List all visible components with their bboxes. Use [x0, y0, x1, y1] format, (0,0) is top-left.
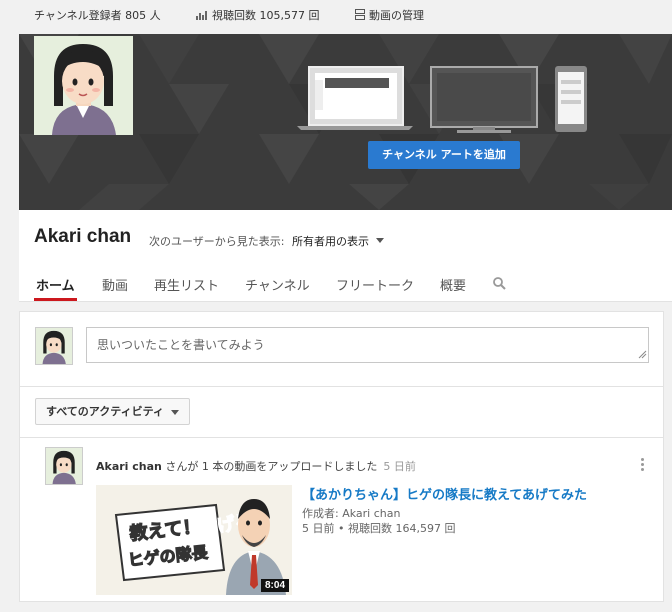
chevron-down-icon	[171, 410, 179, 415]
activity-time: 5 日前	[383, 460, 416, 473]
manage-videos-link[interactable]: 動画の管理	[355, 7, 424, 23]
channel-title: Akari chan	[34, 226, 132, 247]
video-manager-icon	[355, 9, 365, 20]
resize-grip-icon[interactable]	[638, 350, 647, 359]
channel-tabs: ホーム 動画 再生リスト チャンネル フリートーク 概要	[19, 270, 672, 302]
divider	[20, 386, 663, 387]
video-meta: 5 日前 • 視聴回数 164,597 回	[302, 522, 456, 535]
avatar-illustration	[36, 328, 72, 364]
activity-filter-dropdown[interactable]: すべてのアクティビティ	[35, 398, 190, 425]
video-title-link[interactable]: 【あかりちゃん】ヒゲの隊長に教えてあげてみた	[302, 484, 587, 503]
video-duration: 8:04	[260, 579, 289, 592]
channel-header: Akari chan 次のユーザーから見た表示: 所有者用の表示 ホーム 動画 …	[19, 210, 672, 302]
tab-channels[interactable]: チャンネル	[245, 275, 310, 294]
video-author: 作成者: Akari chan	[302, 507, 401, 520]
tab-playlists[interactable]: 再生リスト	[154, 275, 219, 294]
tab-about[interactable]: 概要	[440, 275, 466, 294]
avatar-illustration	[46, 448, 82, 484]
bar-chart-icon	[196, 11, 207, 20]
view-count: 視聴回数 105,577 回	[196, 7, 319, 23]
channel-feed: すべてのアクティビティ Akari chan さんが 1 本の動画をアップロード…	[19, 311, 664, 602]
channel-avatar[interactable]	[34, 36, 133, 135]
activity-description: Akari chan さんが 1 本の動画をアップロードしました 5 日前	[96, 458, 416, 474]
video-thumbnail[interactable]: 教えて！ ヒゲの隊長 あげる 8:04	[96, 485, 292, 595]
tab-videos[interactable]: 動画	[102, 275, 128, 294]
more-options-icon[interactable]	[640, 458, 646, 474]
search-icon[interactable]	[493, 277, 506, 290]
manage-videos-label: 動画の管理	[369, 9, 424, 22]
avatar[interactable]	[45, 447, 83, 485]
view-as-dropdown[interactable]: 所有者用の表示	[292, 233, 369, 249]
chevron-down-icon[interactable]	[376, 238, 384, 243]
tab-home[interactable]: ホーム	[36, 275, 75, 294]
subscriber-count: チャンネル登録者 805 人	[34, 9, 161, 22]
device-preview-icons	[297, 66, 587, 133]
channel-stats-bar: チャンネル登録者 805 人 視聴回数 105,577 回 動画の管理	[0, 0, 672, 32]
activity-author-link[interactable]: Akari chan	[96, 460, 162, 473]
add-channel-art-button[interactable]: チャンネル アートを追加	[368, 141, 520, 169]
avatar-illustration	[34, 36, 133, 135]
view-count-label: 視聴回数 105,577 回	[212, 9, 320, 22]
channel-banner: チャンネル アートを追加	[19, 34, 672, 210]
post-input[interactable]	[86, 327, 649, 363]
divider	[20, 437, 663, 438]
view-as-label: 次のユーザーから見た表示:	[149, 235, 285, 248]
active-tab-indicator	[34, 298, 77, 301]
tab-discussion[interactable]: フリートーク	[336, 275, 414, 294]
activity-action-text: さんが 1 本の動画をアップロードしました	[161, 460, 378, 473]
avatar	[35, 327, 73, 365]
activity-filter-label: すべてのアクティビティ	[46, 405, 164, 418]
